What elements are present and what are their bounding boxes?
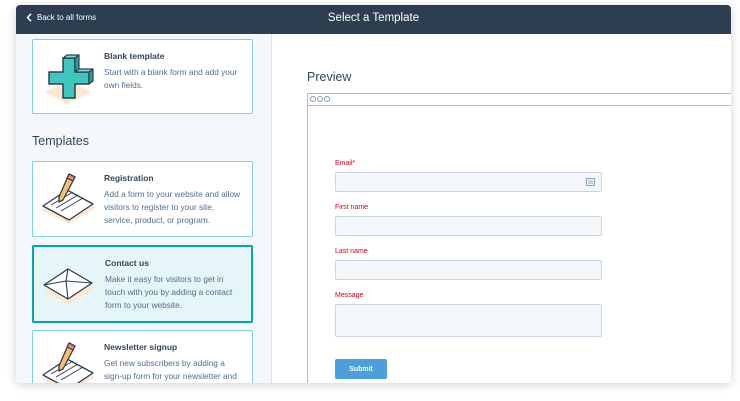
- last-name-field[interactable]: [335, 260, 602, 280]
- first-name-label: First name: [335, 204, 369, 211]
- template-title-contact-us: Contact us: [105, 258, 149, 268]
- template-description-registration: Add a form to your website and allow vis…: [104, 189, 241, 225]
- message-label: Message: [335, 292, 364, 299]
- window-dot-icon: [324, 96, 330, 102]
- template-description-newsletter-signup: Get new subscribers by adding a sign-up …: [104, 358, 237, 381]
- template-title-newsletter-signup: Newsletter signup: [104, 342, 178, 352]
- pencil-paper-icon: [41, 173, 95, 224]
- envelope-icon: [43, 268, 94, 305]
- top-bar: Back to all forms Select a Template: [16, 5, 731, 34]
- first-name-field[interactable]: [335, 216, 602, 236]
- pencil-paper-icon: [41, 342, 95, 383]
- email-label: Email*: [335, 160, 356, 167]
- preview-panel: Preview Email* First name Last name Mess…: [272, 34, 731, 383]
- template-card-newsletter-signup[interactable]: Newsletter signup Get new subscribers by…: [32, 330, 253, 383]
- template-card-contact-us[interactable]: Contact us Make it easy for visitors to …: [32, 245, 253, 323]
- template-title-registration: Registration: [104, 173, 154, 183]
- template-card-registration[interactable]: Registration Add a form to your website …: [32, 161, 253, 237]
- contact-card-icon: [586, 178, 595, 186]
- template-description-contact-us: Make it easy for visitors to get in touc…: [105, 274, 233, 310]
- blank-template-description: Start with a blank form and add your own…: [104, 67, 238, 90]
- last-name-label: Last name: [335, 248, 368, 255]
- blank-template-title: Blank template: [104, 51, 165, 61]
- plus-illustration-icon: [45, 54, 94, 104]
- template-dialog: Back to all forms Select a Template Blan…: [16, 5, 731, 383]
- templates-heading: Templates: [32, 134, 89, 148]
- window-dot-icon: [310, 96, 316, 102]
- blank-template-card[interactable]: Blank template Start with a blank form a…: [32, 39, 253, 114]
- browser-bar: [308, 94, 731, 106]
- dialog-title: Select a Template: [327, 12, 420, 24]
- window-dot-icon: [317, 96, 323, 102]
- submit-button[interactable]: Submit: [335, 359, 387, 379]
- preview-browser-frame: Email* First name Last name Message Subm…: [307, 93, 731, 383]
- message-field[interactable]: [335, 304, 602, 337]
- preview-heading: Preview: [307, 70, 352, 84]
- template-sidebar[interactable]: Blank template Start with a blank form a…: [16, 34, 272, 383]
- email-field[interactable]: [335, 172, 602, 192]
